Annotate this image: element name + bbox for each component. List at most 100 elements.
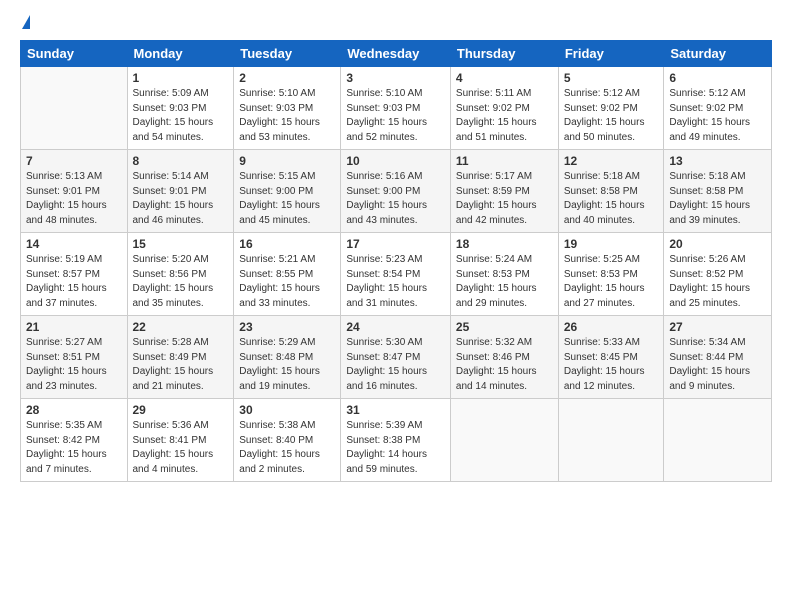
calendar-cell: [450, 399, 558, 482]
calendar-cell: 2 Sunrise: 5:10 AM Sunset: 9:03 PM Daylig…: [234, 67, 341, 150]
day-info: Sunrise: 5:20 AM Sunset: 8:56 PM Dayligh…: [133, 253, 229, 311]
day-info: Sunrise: 5:15 AM Sunset: 9:00 PM Dayligh…: [239, 170, 335, 228]
day-info: Sunrise: 5:14 AM Sunset: 9:01 PM Dayligh…: [133, 170, 229, 228]
col-header-saturday: Saturday: [664, 41, 772, 67]
calendar-cell: 31Sunrise: 5:39 AM Sunset: 8:38 PM Dayli…: [341, 399, 451, 482]
day-number: 20: [669, 237, 766, 251]
col-header-thursday: Thursday: [450, 41, 558, 67]
day-info: Sunrise: 5:24 AM Sunset: 8:53 PM Dayligh…: [456, 253, 553, 311]
calendar-cell: 24 Sunrise: 5:30 AM Sunset: 8:47 PM Dayli…: [341, 316, 451, 399]
day-info: Sunrise: 5:26 AM Sunset: 8:52 PM Dayligh…: [669, 253, 766, 311]
day-info: Sunrise: 5:18 AM Sunset: 8:58 PM Dayligh…: [669, 170, 766, 228]
calendar-cell: 19Sunrise: 5:25 AM Sunset: 8:53 PM Dayli…: [558, 233, 664, 316]
logo: [20, 16, 31, 30]
day-number: 29: [133, 403, 229, 417]
day-number: 11: [456, 154, 553, 168]
day-number: 16: [239, 237, 335, 251]
day-info: Sunrise: 5:13 AM Sunset: 9:01 PM Dayligh…: [26, 170, 122, 228]
calendar-cell: 29 Sunrise: 5:36 AM Sunset: 8:41 PM Dayli…: [127, 399, 234, 482]
calendar-week-row: 14Sunrise: 5:19 AM Sunset: 8:57 PM Dayli…: [21, 233, 772, 316]
day-info: Sunrise: 5:23 AM Sunset: 8:54 PM Dayligh…: [346, 253, 445, 311]
calendar-week-row: 28 Sunrise: 5:35 AM Sunset: 8:42 PM Dayli…: [21, 399, 772, 482]
day-info: Sunrise: 5:11 AM Sunset: 9:02 PM Dayligh…: [456, 87, 553, 145]
day-info: Sunrise: 5:10 AM Sunset: 9:03 PM Dayligh…: [346, 87, 445, 145]
calendar-cell: [664, 399, 772, 482]
calendar-cell: 27 Sunrise: 5:34 AM Sunset: 8:44 PM Dayli…: [664, 316, 772, 399]
day-info: Sunrise: 5:12 AM Sunset: 9:02 PM Dayligh…: [564, 87, 659, 145]
calendar-cell: 4 Sunrise: 5:11 AM Sunset: 9:02 PM Daylig…: [450, 67, 558, 150]
calendar-week-row: 21 Sunrise: 5:27 AM Sunset: 8:51 PM Dayli…: [21, 316, 772, 399]
day-info: Sunrise: 5:33 AM Sunset: 8:45 PM Dayligh…: [564, 336, 659, 394]
calendar-cell: 11 Sunrise: 5:17 AM Sunset: 8:59 PM Dayli…: [450, 150, 558, 233]
calendar-cell: 12Sunrise: 5:18 AM Sunset: 8:58 PM Dayli…: [558, 150, 664, 233]
calendar-cell: 15 Sunrise: 5:20 AM Sunset: 8:56 PM Dayli…: [127, 233, 234, 316]
day-info: Sunrise: 5:38 AM Sunset: 8:40 PM Dayligh…: [239, 419, 335, 477]
day-number: 26: [564, 320, 659, 334]
day-number: 9: [239, 154, 335, 168]
col-header-wednesday: Wednesday: [341, 41, 451, 67]
calendar-cell: 5 Sunrise: 5:12 AM Sunset: 9:02 PM Daylig…: [558, 67, 664, 150]
day-number: 18: [456, 237, 553, 251]
day-info: Sunrise: 5:27 AM Sunset: 8:51 PM Dayligh…: [26, 336, 122, 394]
calendar-cell: 8 Sunrise: 5:14 AM Sunset: 9:01 PM Daylig…: [127, 150, 234, 233]
day-info: Sunrise: 5:21 AM Sunset: 8:55 PM Dayligh…: [239, 253, 335, 311]
calendar-cell: 14Sunrise: 5:19 AM Sunset: 8:57 PM Dayli…: [21, 233, 128, 316]
day-number: 22: [133, 320, 229, 334]
day-info: Sunrise: 5:35 AM Sunset: 8:42 PM Dayligh…: [26, 419, 122, 477]
day-number: 14: [26, 237, 122, 251]
calendar-cell: 6Sunrise: 5:12 AM Sunset: 9:02 PM Daylig…: [664, 67, 772, 150]
calendar-table: SundayMondayTuesdayWednesdayThursdayFrid…: [20, 40, 772, 482]
calendar-cell: 25 Sunrise: 5:32 AM Sunset: 8:46 PM Dayli…: [450, 316, 558, 399]
day-info: Sunrise: 5:12 AM Sunset: 9:02 PM Dayligh…: [669, 87, 766, 145]
calendar-cell: 13 Sunrise: 5:18 AM Sunset: 8:58 PM Dayli…: [664, 150, 772, 233]
day-number: 25: [456, 320, 553, 334]
calendar-cell: 10 Sunrise: 5:16 AM Sunset: 9:00 PM Dayli…: [341, 150, 451, 233]
day-number: 17: [346, 237, 445, 251]
day-info: Sunrise: 5:28 AM Sunset: 8:49 PM Dayligh…: [133, 336, 229, 394]
calendar-cell: 21 Sunrise: 5:27 AM Sunset: 8:51 PM Dayli…: [21, 316, 128, 399]
day-number: 24: [346, 320, 445, 334]
day-number: 21: [26, 320, 122, 334]
day-number: 13: [669, 154, 766, 168]
calendar-cell: 3 Sunrise: 5:10 AM Sunset: 9:03 PM Daylig…: [341, 67, 451, 150]
day-number: 15: [133, 237, 229, 251]
col-header-tuesday: Tuesday: [234, 41, 341, 67]
day-info: Sunrise: 5:10 AM Sunset: 9:03 PM Dayligh…: [239, 87, 335, 145]
header-row: SundayMondayTuesdayWednesdayThursdayFrid…: [21, 41, 772, 67]
calendar-cell: 28 Sunrise: 5:35 AM Sunset: 8:42 PM Dayli…: [21, 399, 128, 482]
calendar-cell: 23Sunrise: 5:29 AM Sunset: 8:48 PM Dayli…: [234, 316, 341, 399]
day-number: 27: [669, 320, 766, 334]
day-info: Sunrise: 5:34 AM Sunset: 8:44 PM Dayligh…: [669, 336, 766, 394]
calendar-cell: 7 Sunrise: 5:13 AM Sunset: 9:01 PM Daylig…: [21, 150, 128, 233]
calendar-cell: 20 Sunrise: 5:26 AM Sunset: 8:52 PM Dayli…: [664, 233, 772, 316]
day-info: Sunrise: 5:17 AM Sunset: 8:59 PM Dayligh…: [456, 170, 553, 228]
day-number: 5: [564, 71, 659, 85]
day-number: 30: [239, 403, 335, 417]
day-info: Sunrise: 5:30 AM Sunset: 8:47 PM Dayligh…: [346, 336, 445, 394]
calendar-cell: 1 Sunrise: 5:09 AM Sunset: 9:03 PM Daylig…: [127, 67, 234, 150]
day-number: 3: [346, 71, 445, 85]
day-number: 10: [346, 154, 445, 168]
col-header-friday: Friday: [558, 41, 664, 67]
day-number: 19: [564, 237, 659, 251]
calendar-cell: 17 Sunrise: 5:23 AM Sunset: 8:54 PM Dayli…: [341, 233, 451, 316]
day-number: 8: [133, 154, 229, 168]
calendar-cell: 16 Sunrise: 5:21 AM Sunset: 8:55 PM Dayli…: [234, 233, 341, 316]
logo-triangle-icon: [22, 15, 30, 29]
day-info: Sunrise: 5:32 AM Sunset: 8:46 PM Dayligh…: [456, 336, 553, 394]
calendar-cell: 26 Sunrise: 5:33 AM Sunset: 8:45 PM Dayli…: [558, 316, 664, 399]
day-number: 12: [564, 154, 659, 168]
day-info: Sunrise: 5:36 AM Sunset: 8:41 PM Dayligh…: [133, 419, 229, 477]
day-number: 28: [26, 403, 122, 417]
col-header-sunday: Sunday: [21, 41, 128, 67]
day-number: 7: [26, 154, 122, 168]
day-number: 31: [346, 403, 445, 417]
day-number: 1: [133, 71, 229, 85]
header: [20, 16, 772, 30]
day-number: 2: [239, 71, 335, 85]
day-info: Sunrise: 5:09 AM Sunset: 9:03 PM Dayligh…: [133, 87, 229, 145]
day-info: Sunrise: 5:16 AM Sunset: 9:00 PM Dayligh…: [346, 170, 445, 228]
calendar-week-row: 1 Sunrise: 5:09 AM Sunset: 9:03 PM Daylig…: [21, 67, 772, 150]
calendar-cell: 30 Sunrise: 5:38 AM Sunset: 8:40 PM Dayli…: [234, 399, 341, 482]
day-number: 4: [456, 71, 553, 85]
